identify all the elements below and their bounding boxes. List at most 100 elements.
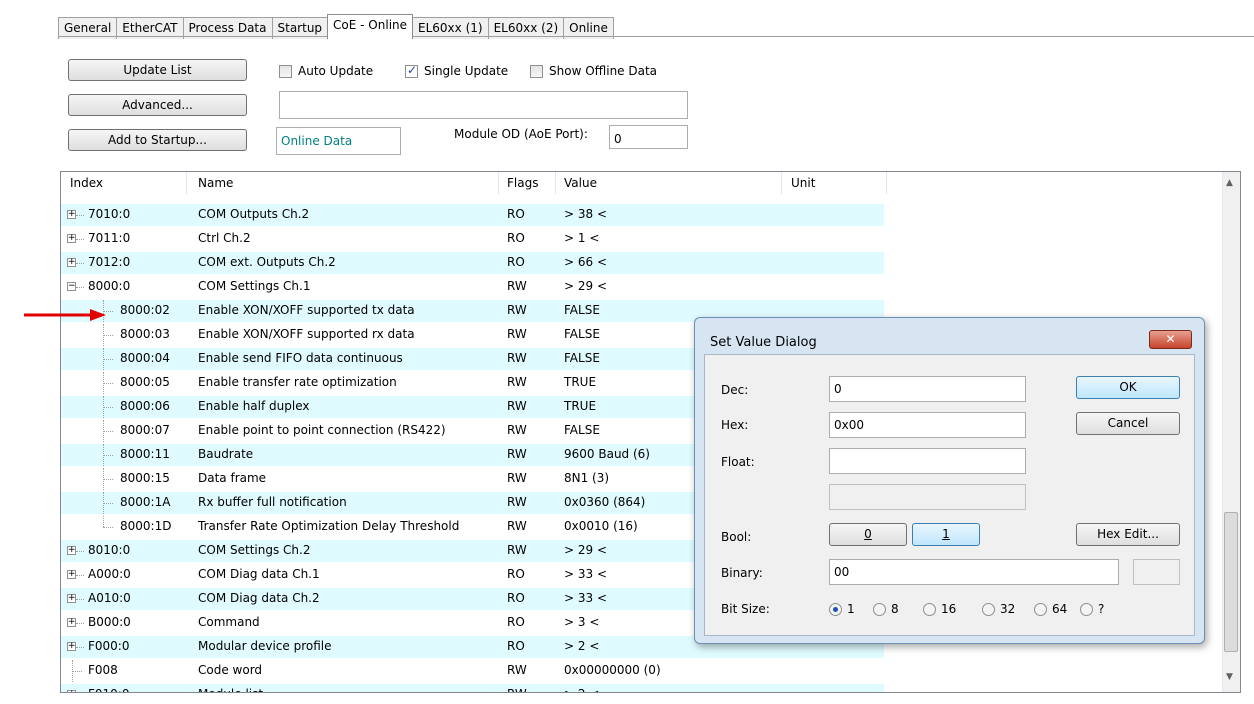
bit-size-radio[interactable] bbox=[873, 603, 886, 616]
header-name[interactable]: Name bbox=[198, 176, 233, 190]
scrollbar-thumb[interactable] bbox=[1224, 512, 1238, 652]
tree-connector bbox=[76, 239, 84, 240]
row-name: Data frame bbox=[198, 471, 267, 485]
single-update-checkbox[interactable] bbox=[405, 63, 418, 78]
scroll-up-icon[interactable]: ▲ bbox=[1226, 178, 1233, 188]
table-row[interactable]: − 8000:0 COM Settings Ch.1 RW > 29 < bbox=[61, 276, 884, 298]
status-text-field[interactable] bbox=[279, 91, 688, 119]
row-index: 8000:0 bbox=[88, 279, 131, 293]
header-value[interactable]: Value bbox=[564, 176, 597, 190]
row-index: 8000:05 bbox=[120, 375, 170, 389]
row-index: 8000:06 bbox=[120, 399, 170, 413]
collapse-icon[interactable]: − bbox=[67, 282, 76, 291]
bit-size-option-label: 1 bbox=[847, 602, 855, 616]
hex-label: Hex: bbox=[721, 418, 749, 432]
tree-connector bbox=[103, 335, 113, 336]
bit-size-radio[interactable] bbox=[982, 603, 995, 616]
float-label: Float: bbox=[721, 455, 755, 469]
row-name: Command bbox=[198, 615, 260, 629]
cancel-button[interactable]: Cancel bbox=[1076, 412, 1180, 435]
row-flags: RW bbox=[507, 447, 527, 461]
row-name: COM ext. Outputs Ch.2 bbox=[198, 255, 336, 269]
show-offline-label: Show Offline Data bbox=[549, 64, 658, 78]
row-flags: RO bbox=[507, 207, 525, 221]
row-index: 8000:1D bbox=[120, 519, 172, 533]
row-name: COM Settings Ch.1 bbox=[198, 279, 311, 293]
expand-icon[interactable]: + bbox=[67, 594, 76, 603]
hex-edit-button[interactable]: Hex Edit... bbox=[1076, 523, 1180, 546]
bit-size-option-label: 8 bbox=[891, 602, 899, 616]
table-row[interactable]: +7010:0 COM Outputs Ch.2 RO > 38 < bbox=[61, 204, 884, 226]
tree-connector bbox=[103, 516, 104, 527]
table-row[interactable]: + F010:0 Module list RW > 2 < bbox=[61, 684, 884, 692]
expand-icon[interactable]: + bbox=[67, 546, 76, 555]
row-name: COM Diag data Ch.1 bbox=[198, 567, 320, 581]
red-arrow-annotation bbox=[24, 309, 106, 321]
row-flags: RW bbox=[507, 351, 527, 365]
header-index[interactable]: Index bbox=[70, 176, 103, 190]
table-row[interactable]: F008 Code word RW 0x00000000 (0) bbox=[61, 660, 884, 682]
tab-coe-online[interactable]: CoE - Online bbox=[327, 14, 414, 39]
expand-icon[interactable]: + bbox=[67, 234, 76, 243]
row-value: FALSE bbox=[564, 423, 600, 437]
bool-1-button[interactable]: 1 bbox=[912, 523, 980, 546]
hex-input[interactable]: 0x00 bbox=[829, 412, 1026, 438]
row-value: > 29 < bbox=[564, 279, 608, 293]
advanced-button[interactable]: Advanced... bbox=[68, 94, 247, 116]
bit-size-option-label: ? bbox=[1098, 602, 1105, 616]
expand-icon[interactable]: + bbox=[67, 570, 76, 579]
scroll-down-icon[interactable]: ▼ bbox=[1226, 672, 1233, 682]
row-flags: RW bbox=[507, 471, 527, 485]
row-flags: RO bbox=[507, 615, 525, 629]
row-index: 7012:0 bbox=[88, 255, 131, 269]
row-name: COM Settings Ch.2 bbox=[198, 543, 311, 557]
header-unit[interactable]: Unit bbox=[791, 176, 815, 190]
row-flags: RW bbox=[507, 687, 527, 692]
row-name: Enable XON/XOFF supported tx data bbox=[198, 303, 415, 317]
row-name: COM Diag data Ch.2 bbox=[198, 591, 320, 605]
vertical-scrollbar[interactable]: ▲ ▼ bbox=[1222, 172, 1240, 692]
expand-icon[interactable]: + bbox=[67, 690, 76, 692]
bit-size-radio[interactable] bbox=[923, 603, 936, 616]
row-value: > 66 < bbox=[564, 255, 608, 269]
bit-size-radio[interactable] bbox=[1034, 603, 1047, 616]
float-input[interactable] bbox=[829, 448, 1026, 474]
table-row[interactable]: +7011:0 Ctrl Ch.2 RO > 1 < bbox=[61, 228, 884, 250]
row-flags: RO bbox=[507, 567, 525, 581]
show-offline-checkbox[interactable] bbox=[530, 65, 543, 78]
bit-size-radio[interactable] bbox=[1080, 603, 1093, 616]
expand-icon[interactable]: + bbox=[67, 258, 76, 267]
binary-label: Binary: bbox=[721, 566, 763, 580]
row-value: > 29 < bbox=[564, 543, 608, 557]
update-list-button[interactable]: Update List bbox=[68, 59, 247, 81]
tree-connector bbox=[76, 575, 84, 576]
binary-extra-field bbox=[1133, 559, 1180, 585]
add-to-startup-button[interactable]: Add to Startup... bbox=[68, 129, 247, 151]
module-od-input[interactable]: 0 bbox=[609, 125, 688, 149]
table-row[interactable]: +7012:0 COM ext. Outputs Ch.2 RO > 66 < bbox=[61, 252, 884, 274]
dialog-body: Dec: 0 Hex: 0x00 Float: Bool: 0 1 Hex Ed… bbox=[704, 354, 1195, 636]
binary-input[interactable]: 00 bbox=[829, 559, 1119, 585]
auto-update-checkbox[interactable] bbox=[279, 65, 292, 78]
row-name: Enable XON/XOFF supported rx data bbox=[198, 327, 415, 341]
close-icon[interactable]: ✕ bbox=[1149, 330, 1192, 349]
expand-icon[interactable]: + bbox=[67, 210, 76, 219]
row-flags: RW bbox=[507, 327, 527, 341]
row-flags: RW bbox=[507, 663, 527, 677]
header-flags[interactable]: Flags bbox=[507, 176, 538, 190]
row-value: 0x00000000 (0) bbox=[564, 663, 661, 677]
ok-button[interactable]: OK bbox=[1076, 376, 1180, 399]
row-index: 8000:02 bbox=[120, 303, 170, 317]
row-index: 8000:07 bbox=[120, 423, 170, 437]
row-index: 8010:0 bbox=[88, 543, 131, 557]
row-name: Transfer Rate Optimization Delay Thresho… bbox=[198, 519, 460, 533]
row-name: Enable point to point connection (RS422) bbox=[198, 423, 446, 437]
bool-0-button[interactable]: 0 bbox=[829, 523, 907, 546]
set-value-dialog: Set Value Dialog ✕ Dec: 0 Hex: 0x00 Floa… bbox=[694, 317, 1205, 644]
bit-size-option-label: 64 bbox=[1052, 602, 1068, 616]
tree-connector bbox=[76, 623, 84, 624]
bit-size-radio[interactable] bbox=[829, 603, 842, 616]
expand-icon[interactable]: + bbox=[67, 642, 76, 651]
dec-input[interactable]: 0 bbox=[829, 376, 1026, 402]
expand-icon[interactable]: + bbox=[67, 618, 76, 627]
